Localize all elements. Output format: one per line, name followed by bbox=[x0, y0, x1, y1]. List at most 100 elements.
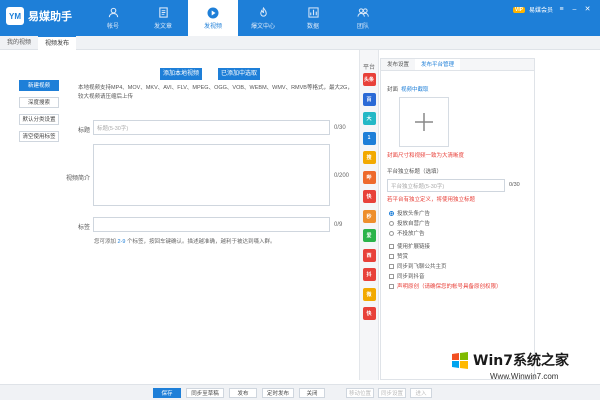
clear-tags-button[interactable]: 清空使用标签 bbox=[19, 131, 59, 142]
tags-hint-post: 个标签，按回车键确认。描述越准确，越利于被达到嗫入群。 bbox=[127, 239, 276, 245]
save-button[interactable]: 保存 bbox=[153, 388, 181, 398]
watermark-url: Www.Winwin7.com bbox=[490, 372, 559, 381]
platform-title-input[interactable]: 平台独立标题(5-30字) bbox=[387, 179, 505, 192]
radio-icon bbox=[389, 210, 394, 216]
check-label: 赞赏 bbox=[397, 254, 409, 260]
format-description: 本地视频支持MP4、MOV、MKV、AVI、FLV、MPEG、OGG、VOB、W… bbox=[78, 85, 353, 100]
sub-tabs: 我的视频 视频发布 bbox=[0, 36, 600, 50]
logo-mark: YM bbox=[6, 7, 24, 25]
platform-title-note: 若平台有独立定义，将使用独立标题 bbox=[387, 197, 476, 203]
check-original[interactable]: 声明原创（请确保您的帐号具备原创权限） bbox=[389, 282, 502, 290]
radio-icon bbox=[389, 220, 394, 226]
ad-option-label: 投放自营广告 bbox=[397, 221, 431, 227]
menu-icon[interactable]: ≡ bbox=[557, 5, 566, 14]
checkbox-icon bbox=[389, 253, 394, 259]
nav-item-account[interactable]: 帐号 bbox=[88, 0, 138, 36]
nav-item-team[interactable]: 团队 bbox=[338, 0, 388, 36]
app-title: 易媒助手 bbox=[28, 11, 72, 23]
top-nav-bar: YM 易媒助手 帐号 发文章 发视频 爆文中心 数据 团队 VIP 易媒会员 ≡… bbox=[0, 0, 600, 36]
checkbox-icon bbox=[389, 243, 394, 249]
iqiyi-icon[interactable]: 爱 bbox=[362, 229, 376, 242]
select-existing-button[interactable]: 已添加中选取 bbox=[218, 68, 260, 80]
add-local-video-button[interactable]: 添加本地视频 bbox=[160, 68, 202, 80]
platform-title-label: 平台独立标题（选填） bbox=[387, 169, 443, 175]
nav-item-hot[interactable]: 爆文中心 bbox=[238, 0, 288, 36]
new-video-button[interactable]: 新建视频 bbox=[19, 80, 59, 91]
radio-icon bbox=[389, 230, 394, 236]
ad-option-none[interactable]: 不投放广告 bbox=[389, 229, 425, 237]
schedule-publish-button[interactable]: 定时发布 bbox=[262, 388, 294, 398]
sync-draft-button[interactable]: 同步至草稿 bbox=[186, 388, 224, 398]
watermark-logo: Win7系统之家 bbox=[450, 350, 569, 370]
nav-item-article[interactable]: 发文章 bbox=[138, 0, 188, 36]
enter-button[interactable]: 进入 bbox=[410, 388, 432, 398]
check-sync-feiliao[interactable]: 同步到飞聊公共主页 bbox=[389, 262, 447, 270]
tags-counter: 0/9 bbox=[334, 222, 343, 228]
sohu-icon[interactable]: 搜 bbox=[362, 151, 376, 164]
douyin-icon[interactable]: 抖 bbox=[362, 268, 376, 281]
user-name[interactable]: 易媒会员 bbox=[529, 5, 553, 14]
nav-item-data[interactable]: 数据 bbox=[288, 0, 338, 36]
tags-hint-pre: 您可添加 bbox=[94, 239, 117, 245]
bilibili-icon[interactable]: 哔 bbox=[362, 170, 376, 184]
sync-settings-button[interactable]: 同步设置 bbox=[378, 388, 406, 398]
app-logo: YM 易媒助手 bbox=[6, 7, 72, 25]
cover-upload-box[interactable] bbox=[399, 97, 449, 147]
windows-flag-icon bbox=[450, 350, 470, 370]
kuaibao-icon[interactable]: 快 bbox=[362, 190, 376, 203]
platform-title-counter: 0/30 bbox=[509, 182, 520, 188]
tags-label: 标签 bbox=[77, 225, 90, 231]
check-label: 使用扩展链接 bbox=[397, 244, 431, 250]
move-button[interactable]: 移动位置 bbox=[346, 388, 374, 398]
kuai-icon[interactable]: 快 bbox=[362, 307, 376, 320]
cover-label: 封面 bbox=[387, 87, 399, 93]
platform-icon-list: 头条百大 1 搜哔快秒爱西抖微快 bbox=[360, 73, 378, 320]
default-category-button[interactable]: 默认分类设置 bbox=[19, 114, 59, 125]
check-label: 同步到抖音 bbox=[397, 274, 425, 280]
baijia-icon[interactable]: 百 bbox=[362, 92, 376, 106]
publish-button[interactable]: 发布 bbox=[229, 388, 257, 398]
intro-textarea[interactable] bbox=[93, 144, 330, 206]
cover-capture-link[interactable]: 视频中截取 bbox=[401, 85, 429, 93]
cover-note: 封面尺寸和视频一致为大清晰度 bbox=[387, 153, 465, 159]
nav-label: 团队 bbox=[356, 23, 369, 30]
tab-publish-settings[interactable]: 发布设置 bbox=[381, 59, 415, 70]
plus-icon bbox=[415, 113, 433, 131]
document-icon bbox=[157, 7, 169, 19]
nav-label: 爆文中心 bbox=[250, 23, 275, 30]
check-label: 同步到飞聊公共主页 bbox=[397, 264, 447, 270]
tab-my-videos[interactable]: 我的视频 bbox=[0, 36, 38, 50]
deep-search-button[interactable]: 深度搜索 bbox=[19, 97, 59, 108]
title-counter: 0/30 bbox=[334, 125, 346, 131]
title-input[interactable]: 标题(5-30字) bbox=[93, 120, 330, 135]
xigua-icon[interactable]: 西 bbox=[362, 248, 376, 262]
ad-option-self[interactable]: 投放自营广告 bbox=[389, 219, 430, 227]
main-nav: 帐号 发文章 发视频 爆文中心 数据 团队 bbox=[88, 0, 388, 36]
ad-option-toutiao[interactable]: 投放头条广告 bbox=[389, 209, 430, 217]
check-reward[interactable]: 赞赏 bbox=[389, 252, 408, 260]
nav-label: 发文章 bbox=[153, 23, 172, 30]
weibo-icon[interactable]: 微 bbox=[362, 287, 376, 301]
nav-label: 发视频 bbox=[203, 23, 222, 30]
tab-platform-manage[interactable]: 发布平台管理 bbox=[415, 59, 461, 70]
nav-item-video[interactable]: 发视频 bbox=[188, 0, 238, 36]
ad-option-label: 投放头条广告 bbox=[397, 211, 431, 217]
tags-hint: 您可添加 2-9 个标签，按回车键确认。描述越准确，越利于被达到嗫入群。 bbox=[94, 237, 276, 245]
minimize-icon[interactable]: – bbox=[570, 5, 579, 14]
toutiao-icon[interactable]: 头条 bbox=[362, 73, 376, 86]
one-icon[interactable]: 1 bbox=[362, 131, 376, 145]
watermark-text: Win7系统之家 bbox=[473, 353, 569, 369]
miaopai-icon[interactable]: 秒 bbox=[362, 209, 376, 223]
left-menu: 新建视频 深度搜索 默认分类设置 清空使用标签 bbox=[19, 80, 59, 142]
check-extend-link[interactable]: 使用扩展链接 bbox=[389, 242, 430, 250]
checkbox-icon bbox=[389, 273, 394, 279]
check-sync-douyin[interactable]: 同步到抖音 bbox=[389, 272, 425, 280]
close-button[interactable]: 关闭 bbox=[299, 388, 325, 398]
topbar-right: VIP 易媒会员 ≡ – ✕ bbox=[512, 5, 592, 14]
nav-label: 帐号 bbox=[106, 23, 119, 30]
close-icon[interactable]: ✕ bbox=[583, 5, 592, 14]
tab-video-publish[interactable]: 视频发布 bbox=[38, 36, 77, 50]
dayu-icon[interactable]: 大 bbox=[362, 112, 376, 125]
tags-input[interactable] bbox=[93, 217, 330, 232]
title-label: 标题 bbox=[77, 128, 90, 134]
